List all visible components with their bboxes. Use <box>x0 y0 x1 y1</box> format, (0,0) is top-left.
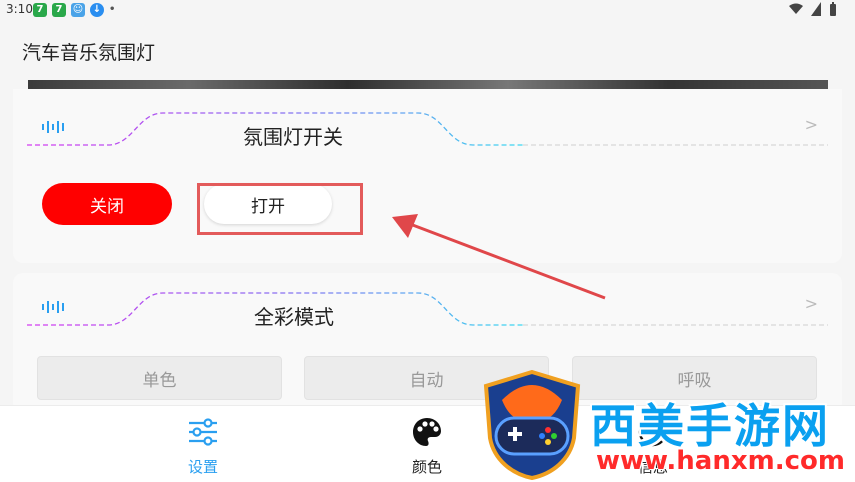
chevron-right-icon: > <box>804 115 818 134</box>
card-header[interactable]: 全彩模式 > <box>13 273 842 343</box>
annotation-highlight-box <box>197 183 363 235</box>
wifi-icon <box>789 3 803 14</box>
watermark-url: www.hanxm.com <box>596 446 845 476</box>
nav-label: 设置 <box>187 458 218 476</box>
card-title: 氛围灯开关 <box>243 125 343 149</box>
more-notifications-icon: • <box>109 4 116 15</box>
sound-wave-icon <box>42 121 64 133</box>
header-decoration <box>27 292 828 326</box>
card-header[interactable]: 氛围灯开关 > <box>13 89 842 159</box>
sound-wave-icon <box>42 301 64 313</box>
nav-label: 颜色 <box>411 458 442 476</box>
status-time: 3:10 <box>6 2 33 16</box>
signal-icon <box>811 2 821 16</box>
nav-tab-colors[interactable]: 颜色 <box>367 406 487 482</box>
app-bar: 汽车音乐氛围灯 <box>0 20 855 80</box>
app-title: 汽车音乐氛围灯 <box>22 42 156 64</box>
header-decoration <box>27 112 828 146</box>
battery-icon <box>830 2 836 16</box>
gamepad-shield-logo <box>483 370 581 480</box>
palette-icon <box>413 418 441 446</box>
watermark: 西美手游网 www.hanxm.com <box>478 368 855 481</box>
app-notification-icon: 7 <box>33 3 47 17</box>
status-right <box>789 2 837 16</box>
chevron-right-icon: > <box>804 294 818 313</box>
ambient-light-switch-card: 氛围灯开关 > 关闭 打开 <box>13 89 842 263</box>
chat-notification-icon: ☺ <box>71 3 85 17</box>
turn-off-button[interactable]: 关闭 <box>42 183 172 225</box>
sliders-icon <box>189 418 217 446</box>
status-bar: 3:10 7 7 ☺ ↓ • <box>0 0 855 20</box>
mode-option-single-color[interactable]: 单色 <box>37 356 282 400</box>
nav-tab-settings[interactable]: 设置 <box>143 406 263 482</box>
download-notification-icon: ↓ <box>90 3 104 17</box>
app-notification-icon: 7 <box>52 3 66 17</box>
notification-icons: 7 7 ☺ ↓ • <box>33 3 115 17</box>
card-title: 全彩模式 <box>254 305 334 329</box>
header-image <box>28 80 828 89</box>
